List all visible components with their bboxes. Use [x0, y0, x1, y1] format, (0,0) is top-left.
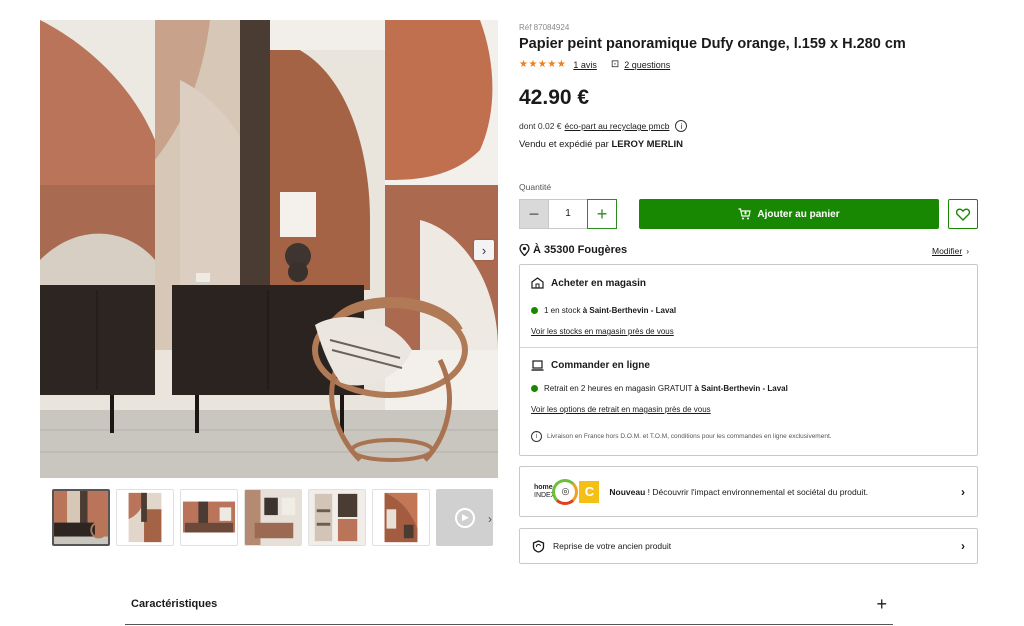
quantity-decrease-button[interactable]: − — [519, 199, 549, 229]
thumbnail-4[interactable] — [244, 489, 302, 546]
chevron-right-icon: › — [961, 484, 965, 499]
store-title: Acheter en magasin — [551, 277, 647, 289]
product-reference: Réf 87084924 — [519, 23, 570, 32]
home-index-gauge-icon: ◎ — [552, 478, 579, 505]
comment-icon: ⊡ — [610, 59, 620, 70]
in-stock-dot — [531, 307, 538, 314]
thumbnail-1[interactable] — [52, 489, 110, 546]
seller-line: Vendu et expédié par LEROY MERLIN — [519, 139, 683, 150]
pickup-store: à Saint-Berthevin - Laval — [694, 384, 788, 393]
online-title: Commander en ligne — [551, 360, 650, 371]
home-index-description: Nouveau ! Découvrir l'impact environneme… — [609, 486, 869, 497]
quantity-stepper: − 1 + — [519, 199, 617, 229]
thumbnail-2[interactable] — [116, 489, 174, 546]
thumbnail-strip: ▶ — [52, 489, 493, 546]
chevron-right-icon: › — [966, 246, 970, 256]
characteristics-title: Caractéristiques — [131, 598, 218, 610]
location-label: À 35300 Fougères — [533, 244, 628, 256]
online-section-title: Commander en ligne — [531, 360, 650, 371]
quantity-increase-button[interactable]: + — [587, 199, 617, 229]
laptop-icon — [531, 360, 544, 371]
chevron-right-icon: › — [481, 242, 487, 258]
eco-part-amount: dont 0.02 € — [519, 121, 562, 131]
store-section-title: Acheter en magasin — [531, 277, 646, 289]
quantity-input[interactable]: 1 — [549, 199, 587, 229]
info-icon: i — [531, 431, 542, 442]
home-index-logo: home INDEX ◎ C — [534, 478, 600, 505]
delivery-note-text: Livraison en France hors D.O.M. et T.O.M… — [547, 433, 832, 440]
eco-part-link[interactable]: éco-part au recyclage pmcb — [565, 121, 670, 131]
trade-in-row[interactable]: Reprise de votre ancien produit › — [519, 528, 978, 564]
pickup-options-link[interactable]: Voir les options de retrait en magasin p… — [531, 405, 711, 414]
reviews-link[interactable]: 1 avis — [573, 60, 597, 70]
cart-icon — [738, 208, 752, 220]
trade-in-label: Reprise de votre ancien produit — [553, 541, 672, 551]
characteristics-accordion[interactable]: Caractéristiques + — [125, 588, 893, 625]
pickup-line: Retrait en 2 heures en magasin GRATUIT à… — [531, 384, 788, 393]
product-main-image[interactable] — [40, 20, 498, 478]
store-stock-link[interactable]: Voir les stocks en magasin près de vous — [531, 327, 674, 336]
thumbnail-video[interactable]: ▶ — [436, 489, 493, 546]
modify-link[interactable]: Modifier — [932, 246, 962, 256]
home-index-grade: C — [579, 480, 600, 503]
modify-location[interactable]: Modifier › — [932, 246, 969, 256]
rating-stars: ★★★★★ — [519, 59, 567, 70]
location-row: À 35300 Fougères — [519, 244, 627, 256]
info-icon[interactable]: i — [675, 120, 688, 132]
play-icon: ▶ — [454, 507, 475, 528]
chevron-right-icon: › — [488, 512, 492, 526]
store-icon — [531, 277, 544, 289]
plus-icon: + — [876, 594, 887, 614]
wishlist-button[interactable] — [948, 199, 978, 229]
divider — [520, 347, 977, 348]
thumbnail-6[interactable] — [372, 489, 430, 546]
pickup-text: Retrait en 2 heures en magasin GRATUIT — [544, 384, 693, 393]
seller-prefix: Vendu et expédié par — [519, 139, 609, 150]
seller-name: LEROY MERLIN — [611, 139, 684, 150]
heart-icon — [956, 208, 970, 221]
gallery-next-button[interactable]: › — [474, 240, 494, 260]
stock-count: 1 en stock — [544, 306, 581, 315]
store-stock-line: 1 en stock à Saint-Berthevin - Laval — [531, 306, 676, 315]
rating-row: ★★★★★ 1 avis ⊡ 2 questions — [519, 59, 684, 70]
quantity-label: Quantité — [519, 182, 552, 192]
questions-link[interactable]: 2 questions — [624, 60, 670, 70]
delivery-note: i Livraison en France hors D.O.M. et T.O… — [531, 431, 832, 442]
chevron-right-icon: › — [961, 539, 965, 553]
eco-part-line: dont 0.02 € éco-part au recyclage pmcb i — [519, 120, 688, 132]
thumbnails-next-button[interactable]: › — [488, 512, 492, 526]
stock-store: à Saint-Berthevin - Laval — [582, 306, 677, 315]
add-to-cart-button[interactable]: Ajouter au panier — [639, 199, 939, 229]
thumbnail-3[interactable] — [180, 489, 238, 546]
recycle-shield-icon — [532, 539, 545, 553]
home-index-banner[interactable]: home INDEX ◎ C Nouveau ! Découvrir l'imp… — [519, 466, 978, 517]
product-title: Papier peint panoramique Dufy orange, l.… — [519, 36, 906, 52]
location-pin-icon — [519, 244, 530, 256]
availability-box: Acheter en magasin 1 en stock à Saint-Be… — [519, 264, 978, 456]
add-to-cart-label: Ajouter au panier — [757, 208, 840, 220]
thumbnail-5[interactable] — [308, 489, 366, 546]
product-price: 42.90 € — [519, 86, 590, 109]
available-dot — [531, 385, 538, 392]
